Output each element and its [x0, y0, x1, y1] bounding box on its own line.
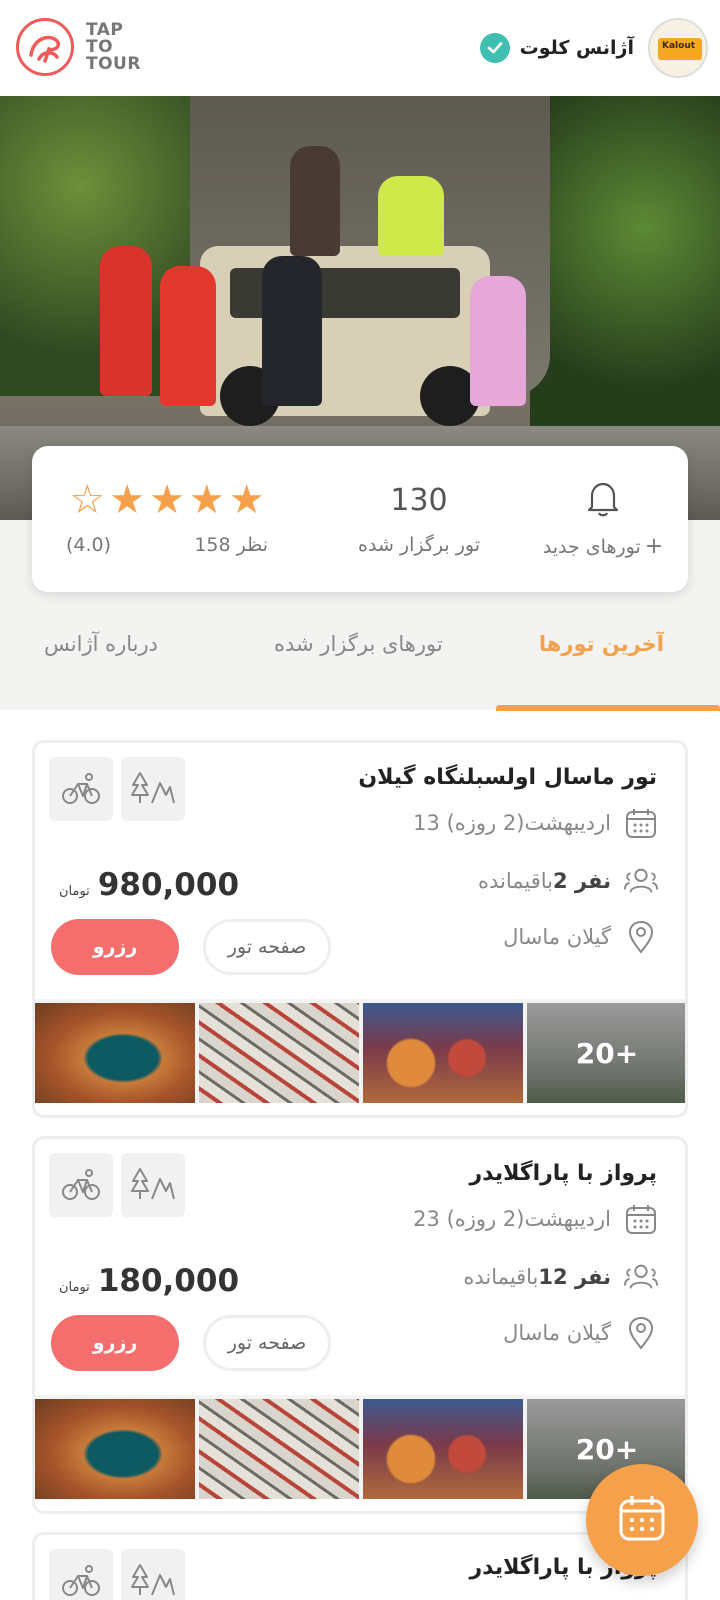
- tour-location: گیلان ماسال: [503, 925, 611, 949]
- taptotour-logo[interactable]: TAP TO TOUR: [14, 16, 141, 80]
- bicycle-icon: [49, 1153, 113, 1217]
- tours-held-count: 130: [390, 482, 448, 518]
- bicycle-icon: [49, 757, 113, 821]
- star-filled-icon: ★: [188, 477, 225, 523]
- agency-tabs: آخرین تورها تورهای برگزار شده درباره آژا…: [0, 612, 720, 710]
- app-header: TAP TO TOUR Kalout آژانس کلوت: [0, 0, 720, 96]
- cover-person: [470, 276, 526, 406]
- rating-stat: ☆ ★ ★ ★ ★ (4.0) 158 نظر: [62, 474, 272, 556]
- new-tours-stat[interactable]: تورهای جدید +: [528, 474, 678, 559]
- logo-mark-icon: [16, 18, 74, 76]
- agency-name: آژانس کلوت: [519, 37, 634, 59]
- tour-page-button[interactable]: صفحه تور: [203, 1315, 331, 1371]
- price-currency: تومان: [59, 884, 90, 899]
- calendar-icon: [623, 1201, 659, 1237]
- cover-person: [378, 176, 444, 256]
- verified-check-icon: [479, 33, 510, 63]
- location-pin-icon: [623, 1315, 659, 1351]
- rating-stars: ☆ ★ ★ ★ ★: [69, 480, 264, 520]
- gallery-image-lake[interactable]: [35, 1399, 195, 1499]
- tour-capacity-row: 12 نفر باقیمانده: [463, 1257, 659, 1297]
- star-filled-icon: ★: [109, 477, 146, 523]
- logo-text: TAP TO TOUR: [86, 22, 141, 73]
- tab-held-tours[interactable]: تورهای برگزار شده: [274, 632, 443, 656]
- tab-latest-tours[interactable]: آخرین تورها: [539, 632, 664, 656]
- calendar-icon: [623, 805, 659, 841]
- price-currency: تومان: [59, 1280, 90, 1295]
- star-filled-icon: ★: [149, 477, 185, 523]
- bell-icon[interactable]: [586, 479, 620, 521]
- reserve-button[interactable]: رزرو: [51, 1315, 179, 1371]
- hiking-icon: [121, 1549, 185, 1600]
- logo-text-line: TOUR: [86, 54, 141, 74]
- tab-about-agency[interactable]: درباره آژانس: [44, 632, 158, 656]
- people-icon: [623, 863, 659, 899]
- tour-title[interactable]: پرواز با پاراگلایدر: [469, 1161, 657, 1186]
- tour-date: 23 اردیبهشت(2 روزه): [413, 1207, 611, 1231]
- tour-gallery: 20+: [35, 1395, 685, 1499]
- gallery-image-mural[interactable]: [199, 1003, 359, 1103]
- gallery-image-food[interactable]: [363, 1399, 523, 1499]
- gallery-image-more[interactable]: 20+: [527, 1003, 685, 1103]
- reviews-count: 158 نظر: [194, 534, 268, 556]
- rating-value: (4.0): [66, 534, 112, 556]
- tour-page-button[interactable]: صفحه تور: [203, 919, 331, 975]
- tour-location-row: گیلان ماسال: [503, 1313, 659, 1353]
- hiking-icon: [121, 757, 185, 821]
- new-tours-label: تورهای جدید: [542, 536, 641, 558]
- agency-profile[interactable]: Kalout آژانس کلوت: [479, 16, 708, 80]
- gallery-image-mural[interactable]: [199, 1399, 359, 1499]
- tour-price: تومان 980,000: [59, 867, 239, 903]
- price-value: 180,000: [97, 1263, 240, 1299]
- people-icon: [623, 1259, 659, 1295]
- gallery-image-food[interactable]: [363, 1003, 523, 1103]
- agency-logo-text: Kalout: [662, 41, 696, 51]
- calendar-fab-button[interactable]: [586, 1464, 698, 1576]
- tours-held-stat: 130 تور برگزار شده: [344, 474, 494, 557]
- agency-stats-card: تورهای جدید + 130 تور برگزار شده ☆ ★ ★ ★ …: [32, 446, 688, 592]
- reserve-button[interactable]: رزرو: [51, 919, 179, 975]
- tours-held-label: تور برگزار شده: [358, 534, 480, 556]
- tour-date-row: 23 اردیبهشت(2 روزه): [413, 1199, 659, 1239]
- tour-date: 13 اردیبهشت(2 روزه): [413, 811, 611, 835]
- tour-capacity-number: 2 نفر: [552, 869, 611, 893]
- tour-gallery: 20+: [35, 999, 685, 1103]
- tour-card[interactable]: پرواز با پاراگلایدر 23 اردیبهشت(2 روزه) …: [32, 1136, 688, 1514]
- tour-date-row: 13 اردیبهشت(2 روزه): [413, 803, 659, 843]
- tour-capacity-suffix: باقیمانده: [463, 1265, 539, 1289]
- cover-person: [100, 246, 152, 396]
- tour-location: گیلان ماسال: [503, 1321, 611, 1345]
- tour-capacity-suffix: باقیمانده: [477, 869, 553, 893]
- more-images-count: 20+: [575, 1036, 639, 1070]
- star-empty-icon: ☆: [69, 477, 106, 523]
- price-value: 980,000: [97, 867, 240, 903]
- location-pin-icon: [623, 919, 659, 955]
- cover-person: [262, 256, 322, 406]
- tour-location-row: گیلان ماسال: [503, 917, 659, 957]
- cover-person: [160, 266, 216, 406]
- bicycle-icon: [49, 1549, 113, 1600]
- plus-icon: +: [644, 534, 664, 559]
- agency-avatar[interactable]: Kalout: [648, 18, 708, 78]
- tour-capacity-row: 2 نفر باقیمانده: [478, 861, 659, 901]
- tour-price: تومان 180,000: [59, 1263, 239, 1299]
- star-filled-icon: ★: [228, 477, 265, 523]
- tour-card[interactable]: تور ماسال اولسبلنگاه گیلان 13 اردیبهشت(2…: [32, 740, 688, 1118]
- hiking-icon: [121, 1153, 185, 1217]
- gallery-image-lake[interactable]: [35, 1003, 195, 1103]
- cover-foliage-right: [530, 96, 720, 426]
- tour-title[interactable]: تور ماسال اولسبلنگاه گیلان: [358, 765, 657, 790]
- cover-person: [290, 146, 340, 256]
- tour-capacity-number: 12 نفر: [538, 1265, 611, 1289]
- active-tab-indicator: [496, 705, 720, 711]
- calendar-icon: [616, 1492, 668, 1548]
